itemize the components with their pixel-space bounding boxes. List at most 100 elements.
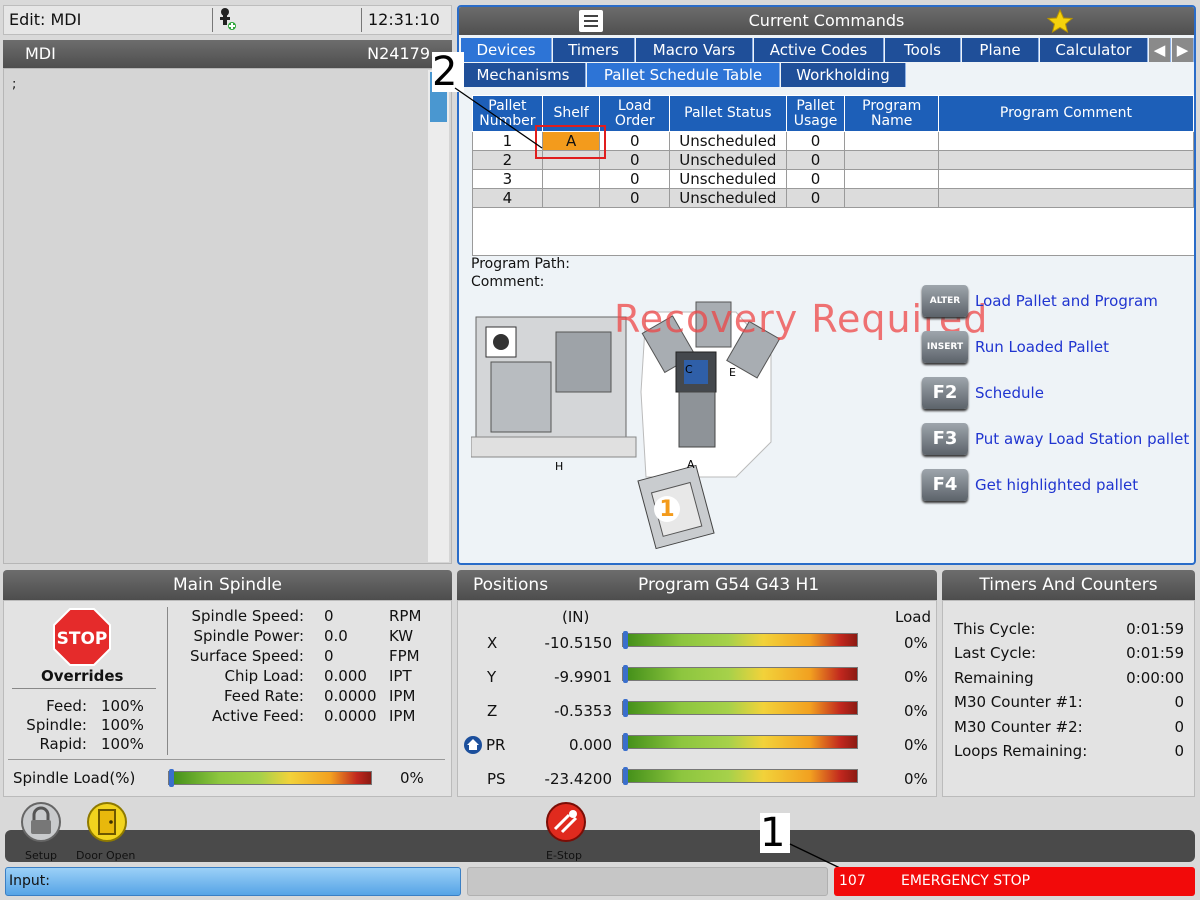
tab-scroll-left-icon[interactable]: ◀ (1149, 38, 1171, 62)
top-status-bar: Edit: MDI 12:31:10 (3, 5, 452, 35)
axis-z-load-bar (622, 699, 858, 717)
table-row[interactable]: 4 0 Unscheduled 0 (472, 188, 1194, 208)
mdi-editor[interactable]: ; (3, 68, 452, 564)
f2-key-label[interactable]: Schedule (975, 384, 1044, 402)
pallet-status-cell[interactable]: Unscheduled (668, 169, 787, 189)
spindle-speed-unit: RPM (389, 607, 422, 625)
alter-key-label[interactable]: Load Pallet and Program (975, 292, 1158, 310)
axis-y-load-bar (622, 665, 858, 683)
setup-lock-icon[interactable] (20, 801, 62, 847)
pallet-usage-cell[interactable]: 0 (785, 169, 846, 189)
f2-key[interactable]: F2 (922, 377, 968, 409)
chip-load-value: 0.000 (324, 667, 367, 685)
axis-ps-load-bar (622, 767, 858, 785)
tab-active-codes[interactable]: Active Codes (754, 38, 884, 62)
f3-key-label[interactable]: Put away Load Station pallet (975, 430, 1189, 448)
axis-z-label: Z (487, 702, 498, 720)
stop-sign-text: STOP (57, 629, 108, 649)
program-comment-cell[interactable] (937, 169, 1194, 189)
load-order-cell[interactable]: 0 (599, 169, 670, 189)
tab-timers[interactable]: Timers (553, 38, 635, 62)
program-name-cell[interactable] (844, 188, 939, 208)
menu-icon[interactable] (579, 10, 603, 32)
insert-key[interactable]: INSERT (922, 331, 968, 363)
e-stop-icon[interactable] (545, 801, 587, 847)
rapid-override-label: Rapid: (39, 735, 87, 753)
e-stop-label: E-Stop (546, 849, 582, 862)
tab-plane[interactable]: Plane (962, 38, 1039, 62)
setup-label: Setup (25, 849, 58, 862)
load-order-cell[interactable]: 0 (599, 188, 670, 208)
pallet-status-cell[interactable]: Unscheduled (668, 188, 787, 208)
axis-x-load-bar (622, 631, 858, 649)
tab-calculator[interactable]: Calculator (1040, 38, 1148, 62)
this-cycle-label: This Cycle: (954, 620, 1036, 638)
current-commands-panel: Current Commands Devices Timers Macro Va… (457, 5, 1196, 565)
pallet-status-cell[interactable]: Unscheduled (668, 150, 787, 170)
home-icon[interactable] (463, 735, 483, 759)
f4-key[interactable]: F4 (922, 469, 968, 501)
timers-title: Timers And Counters (979, 575, 1158, 595)
tab-devices[interactable]: Devices (461, 38, 552, 62)
door-open-icon[interactable] (86, 801, 128, 847)
alarm-bar[interactable]: 107 EMERGENCY STOP (834, 867, 1195, 896)
tab-macro-vars[interactable]: Macro Vars (636, 38, 753, 62)
pallet-status-cell[interactable]: Unscheduled (668, 131, 787, 151)
chip-load-unit: IPT (389, 667, 412, 685)
axis-pr-load-bar (622, 733, 858, 751)
callout-2-leader-line (454, 87, 543, 149)
main-spindle-header: Main Spindle (3, 570, 452, 600)
alter-key[interactable]: ALTER (922, 285, 968, 317)
tab-mechanisms[interactable]: Mechanisms (461, 63, 586, 87)
edit-mode-label: Edit: MDI (9, 10, 82, 29)
program-comment-cell[interactable] (937, 131, 1194, 151)
last-cycle-value: 0:01:59 (1126, 644, 1184, 662)
program-comment-cell[interactable] (937, 188, 1194, 208)
program-comment-cell[interactable] (937, 150, 1194, 170)
surface-speed-value: 0 (324, 647, 334, 665)
f4-key-label[interactable]: Get highlighted pallet (975, 476, 1138, 494)
program-name-cell[interactable] (844, 169, 939, 189)
axis-pr-label: PR (486, 736, 506, 754)
spindle-override-label: Spindle: (26, 716, 87, 734)
shelf-e-label: E (729, 366, 736, 379)
axis-z-value: -0.5353 (554, 702, 612, 720)
message-bar (467, 867, 828, 896)
load-order-cell[interactable]: 0 (599, 150, 670, 170)
feed-rate-value: 0.0000 (324, 687, 377, 705)
spindle-speed-label: Spindle Speed: (191, 607, 304, 625)
pallet-usage-cell[interactable]: 0 (785, 131, 846, 151)
pallet-number-cell[interactable]: 4 (472, 188, 543, 208)
program-name-cell[interactable] (844, 131, 939, 151)
pallet-usage-cell[interactable]: 0 (785, 188, 846, 208)
mdi-scrollbar[interactable] (428, 70, 449, 562)
tab-scroll-right-icon[interactable]: ▶ (1172, 38, 1194, 62)
load-order-cell[interactable]: 0 (599, 131, 670, 151)
tab-workholding[interactable]: Workholding (781, 63, 906, 87)
tab-tools[interactable]: Tools (885, 38, 961, 62)
column-header: Pallet Status (668, 95, 787, 132)
shelf-cell[interactable] (541, 188, 601, 208)
stop-sign-icon[interactable]: STOP (52, 607, 112, 671)
clock: 12:31:10 (368, 10, 440, 29)
table-row[interactable]: 3 0 Unscheduled 0 (472, 169, 1194, 189)
network-user-icon[interactable] (217, 7, 237, 35)
active-feed-label: Active Feed: (211, 707, 304, 725)
pallet-usage-cell[interactable]: 0 (785, 150, 846, 170)
m30-counter-2-value: 0 (1174, 718, 1184, 736)
axis-x-value: -10.5150 (544, 634, 612, 652)
load-station-number: 1 (659, 497, 674, 522)
program-name-cell[interactable] (844, 150, 939, 170)
shelf-a-label: A (687, 458, 695, 471)
shelf-cell[interactable] (541, 169, 601, 189)
input-field[interactable]: Input: (5, 867, 461, 896)
insert-key-label[interactable]: Run Loaded Pallet (975, 338, 1109, 356)
remaining-value: 0:00:00 (1126, 669, 1184, 687)
tab-pallet-schedule-table[interactable]: Pallet Schedule Table (587, 63, 780, 87)
f3-key[interactable]: F3 (922, 423, 968, 455)
pallet-number-cell[interactable]: 3 (472, 169, 543, 189)
loops-remaining-label: Loops Remaining: (954, 742, 1088, 760)
units-label: (IN) (562, 608, 590, 626)
last-cycle-label: Last Cycle: (954, 644, 1037, 662)
feed-override-label: Feed: (46, 697, 87, 715)
